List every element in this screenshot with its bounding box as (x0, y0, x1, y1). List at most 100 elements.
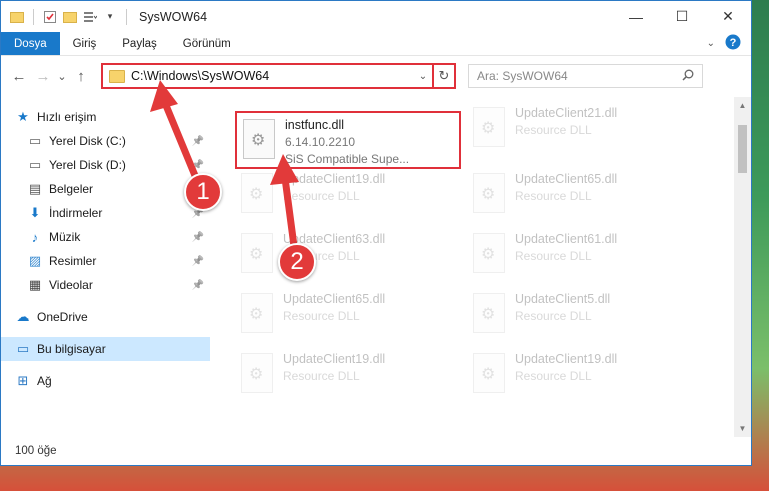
dll-file-icon (241, 353, 273, 393)
svg-text:?: ? (730, 37, 737, 49)
file-detail: Resource DLL (515, 369, 592, 383)
file-name: UpdateClient5.dll (515, 292, 611, 306)
cloud-icon: ☁ (16, 309, 30, 324)
sidebar-item[interactable]: ▭ Bu bilgisayar (1, 337, 210, 361)
sidebar-item-label: Hızlı erişim (37, 110, 97, 124)
file-name: UpdateClient19.dll (515, 352, 618, 366)
file-detail: Resource DLL (515, 123, 592, 137)
sidebar-item-label: Resimler (49, 254, 97, 268)
sidebar-item[interactable]: ▦ Videolar 📌 (1, 273, 210, 297)
minimize-button[interactable]: — (613, 1, 659, 32)
sidebar-item[interactable]: ▤Belgeler📌 (1, 177, 210, 201)
file-detail: Resource DLL (515, 189, 592, 203)
sidebar-item-label: Ağ (37, 374, 52, 388)
window-controls: — ☐ ✕ (613, 1, 751, 32)
tab-share[interactable]: Paylaş (109, 32, 170, 55)
file-detail: Resource DLL (283, 309, 360, 323)
file-text: UpdateClient61.dll Resource DLL (515, 227, 617, 265)
new-folder-icon[interactable] (62, 9, 78, 25)
file-tile[interactable]: UpdateClient19.dll Resource DLL (467, 347, 687, 405)
search-box[interactable]: Ara: SysWOW64 (468, 64, 703, 88)
forward-button[interactable]: → (31, 64, 55, 88)
close-button[interactable]: ✕ (705, 1, 751, 32)
dll-file-icon (243, 119, 275, 159)
sidebar-item[interactable]: ⬇ İndirmeler 📌 (1, 201, 210, 225)
scroll-up-icon[interactable]: ▲ (734, 97, 751, 114)
maximize-button[interactable]: ☐ (659, 1, 705, 32)
dll-file-icon (241, 293, 273, 333)
file-text: instfunc.dll 6.14.10.2210 SiS Compatible S… (285, 113, 409, 168)
file-text: UpdateClient65.dll Resource DLL (515, 167, 617, 205)
pin-icon[interactable]: 📌 (192, 280, 204, 291)
file-text: UpdateClient21.dll Resource DLL (515, 101, 617, 139)
pictures-icon: ▨ (28, 253, 42, 268)
status-bar: 100 öğe (1, 437, 751, 465)
sidebar-item[interactable]: ▨ Resimler 📌 (1, 249, 210, 273)
properties-icon[interactable] (42, 9, 58, 25)
search-input[interactable]: Ara: SysWOW64 (477, 69, 682, 83)
file-detail: Resource DLL (283, 369, 360, 383)
main-content: ★ Hızlı erişim ▭ Yerel Disk (C:) 📌 ▭ Yerel Dis… (1, 97, 751, 437)
up-button[interactable]: ↑ (69, 64, 93, 88)
sidebar-item[interactable]: ▭ Yerel Disk (D:) 📌 (1, 153, 210, 177)
sidebar-item[interactable]: ☁ OneDrive (1, 305, 210, 329)
documents-icon: ▤ (28, 181, 42, 196)
vertical-scrollbar[interactable]: ▲ ▼ (734, 97, 751, 437)
title-bar: ▾ SysWOW64 — ☐ ✕ (1, 1, 751, 32)
sidebar-item-label: İndirmeler (49, 206, 103, 220)
scrollbar-thumb[interactable] (738, 125, 747, 173)
star-icon: ★ (17, 109, 29, 124)
pin-icon[interactable]: 📌 (192, 136, 204, 147)
file-tile[interactable]: UpdateClient5.dll Resource DLL (467, 287, 687, 345)
expand-ribbon-icon[interactable]: ⌄ (707, 38, 715, 49)
file-tile[interactable]: UpdateClient63.dllResource DLL (235, 227, 455, 285)
file-detail: SiS Compatible Supe... (285, 152, 410, 166)
file-tile[interactable]: UpdateClient21.dll Resource DLL (467, 101, 687, 159)
tab-home[interactable]: Giriş (60, 32, 110, 55)
file-tile[interactable]: instfunc.dll 6.14.10.2210 SiS Compatible S… (235, 111, 461, 169)
file-tile[interactable]: UpdateClient65.dll Resource DLL (235, 287, 455, 345)
address-path[interactable]: C:\Windows\SysWOW64 (131, 69, 414, 83)
file-tile[interactable]: UpdateClient65.dll Resource DLL (467, 167, 687, 225)
file-tile[interactable]: UpdateClient19.dll Resource DLL (235, 347, 455, 405)
sidebar-item[interactable]: ★ Hızlı erişim (1, 105, 210, 129)
sidebar-item[interactable]: ⊞ Ağ (1, 369, 210, 393)
chevron-down-icon[interactable]: ▾ (102, 9, 118, 25)
network-icon: ⊞ (17, 373, 29, 388)
tab-file[interactable]: Dosya (1, 32, 60, 55)
sidebar-item[interactable]: ♪ Müzik 📌 (1, 225, 210, 249)
step-badge-2: 2 (278, 243, 316, 281)
tab-view[interactable]: Görünüm (170, 32, 244, 55)
address-bar[interactable]: C:\Windows\SysWOW64 ⌄ (101, 63, 434, 89)
sidebar-item[interactable]: ▭ Yerel Disk (C:) 📌 (1, 129, 210, 153)
item-count: 100 öğe (15, 445, 57, 457)
file-name: UpdateClient61.dll (515, 232, 618, 246)
refresh-button[interactable]: ↻ (434, 63, 456, 89)
drive-icon: ▭ (28, 157, 42, 172)
customize-icon[interactable] (82, 9, 98, 25)
scroll-down-icon[interactable]: ▼ (734, 420, 751, 437)
back-button[interactable]: ← (7, 64, 31, 88)
chevron-down-icon[interactable]: ⌄ (414, 71, 432, 82)
ribbon-right: ⌄ ? (707, 32, 751, 55)
search-icon (682, 69, 694, 84)
file-tile[interactable]: UpdateClient19.dll Resource DLL (235, 167, 455, 225)
folder-icon (9, 9, 25, 25)
dll-file-icon (241, 173, 273, 213)
file-detail: 6.14.10.2210 (285, 135, 356, 149)
file-text: UpdateClient5.dll Resource DLL (515, 287, 610, 325)
help-icon[interactable]: ? (725, 34, 741, 53)
download-icon: ⬇ (29, 205, 41, 220)
pin-icon[interactable]: 📌 (192, 232, 204, 243)
pin-icon[interactable]: 📌 (192, 256, 204, 267)
file-detail: Resource DLL (515, 249, 592, 263)
pin-icon[interactable]: 📌 (192, 160, 204, 171)
dll-file-icon (473, 173, 505, 213)
recent-locations-button[interactable]: ⌄ (55, 64, 69, 88)
file-tile[interactable]: UpdateClient61.dll Resource DLL (467, 227, 687, 285)
file-name: UpdateClient19.dll (283, 352, 386, 366)
ribbon-tabs: Dosya Giriş Paylaş Görünüm ⌄ ? (1, 32, 751, 56)
